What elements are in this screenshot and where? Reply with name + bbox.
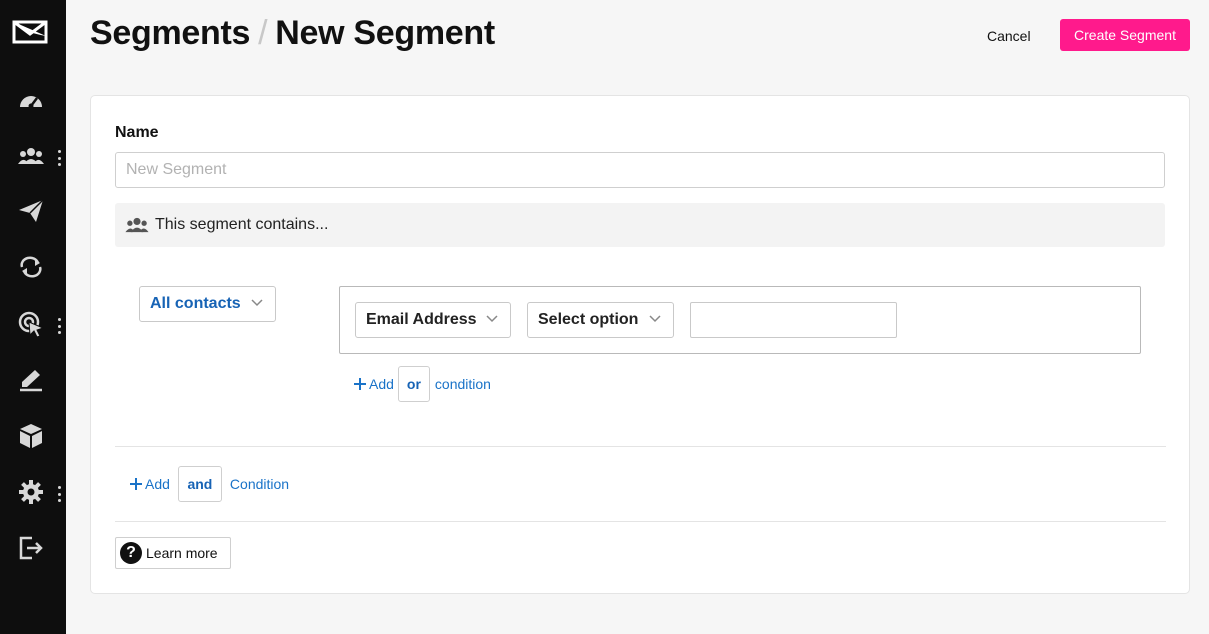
settings-gear-icon[interactable]: [16, 477, 46, 507]
condition-operator-select[interactable]: Select option: [527, 302, 674, 338]
segment-form-card: Name This segment contains... All contac…: [90, 95, 1190, 594]
add-or-condition-row: Add or condition: [353, 366, 491, 402]
and-toggle-button[interactable]: and: [177, 466, 222, 502]
condition-field-select[interactable]: Email Address: [355, 302, 511, 338]
add-or-link[interactable]: Add: [353, 376, 394, 392]
plus-icon: [354, 378, 366, 390]
package-box-icon[interactable]: [16, 421, 46, 451]
condition-group: Email Address Select option: [339, 286, 1141, 354]
match-type-value: All contacts: [150, 295, 241, 312]
add-or-condition-link[interactable]: condition: [435, 376, 491, 392]
dashboard-gauge-icon[interactable]: [16, 85, 46, 115]
condition-operator-value: Select option: [538, 311, 639, 328]
match-type-select[interactable]: All contacts: [139, 286, 276, 322]
page-title: New Segment: [275, 14, 495, 52]
segment-contains-text: This segment contains...: [155, 216, 329, 233]
edit-pencil-icon[interactable]: [16, 365, 46, 395]
target-cursor-icon[interactable]: [16, 309, 46, 339]
segment-contains-bar: This segment contains...: [115, 203, 1165, 247]
chevron-down-icon: [486, 315, 498, 323]
settings-menu-dots-icon[interactable]: [55, 486, 63, 502]
contacts-group-icon: [125, 217, 149, 233]
contacts-group-icon[interactable]: [16, 141, 46, 171]
add-and-link[interactable]: Add: [129, 476, 170, 492]
learn-more-label: Learn more: [146, 545, 218, 561]
condition-field-value: Email Address: [366, 311, 477, 328]
plus-icon: [130, 478, 142, 490]
add-or-label: Add: [369, 376, 394, 392]
contacts-menu-dots-icon[interactable]: [55, 150, 63, 166]
paper-plane-icon[interactable]: [16, 196, 46, 226]
condition-value-input[interactable]: [690, 302, 897, 338]
section-divider: [115, 521, 1166, 522]
breadcrumb: Segments / New Segment: [90, 14, 495, 53]
segment-name-input[interactable]: [115, 152, 1165, 188]
or-toggle-button[interactable]: or: [397, 366, 430, 402]
section-divider: [115, 446, 1166, 447]
create-segment-button[interactable]: Create Segment: [1060, 19, 1190, 51]
breadcrumb-parent[interactable]: Segments: [90, 14, 250, 52]
add-and-condition-link[interactable]: Condition: [230, 476, 289, 492]
targeting-menu-dots-icon[interactable]: [55, 318, 63, 334]
chevron-down-icon: [251, 299, 263, 307]
add-and-condition-row: Add and Condition: [129, 466, 289, 502]
breadcrumb-separator: /: [258, 14, 268, 52]
add-and-label: Add: [145, 476, 170, 492]
app-logo-icon[interactable]: [12, 18, 48, 46]
cancel-button[interactable]: Cancel: [976, 20, 1042, 52]
chevron-down-icon: [649, 315, 661, 323]
learn-more-button[interactable]: ? Learn more: [115, 537, 231, 569]
help-question-icon: ?: [120, 542, 142, 564]
name-label: Name: [115, 124, 159, 141]
sidebar: [0, 0, 66, 634]
automation-loop-icon[interactable]: [16, 252, 46, 282]
logout-icon[interactable]: [16, 533, 46, 563]
